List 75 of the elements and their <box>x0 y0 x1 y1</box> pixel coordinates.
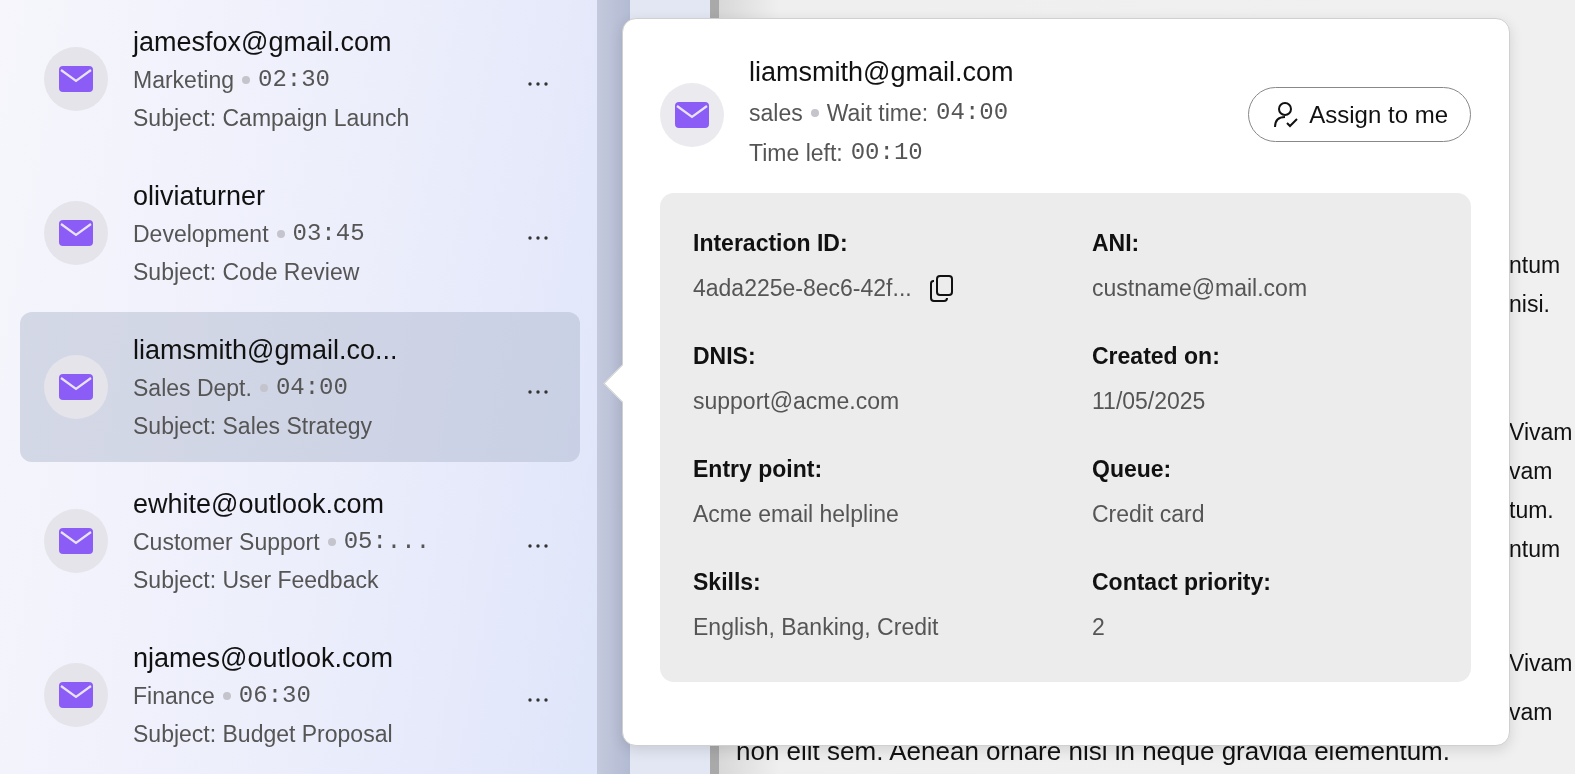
document-text: nisi. <box>1509 290 1550 319</box>
envelope-icon <box>59 528 93 554</box>
conversation-item[interactable]: njames@outlook.com Finance 06:30 Subject: Budget Proposal <box>20 620 580 770</box>
separator-dot <box>810 109 819 117</box>
more-icon <box>528 81 548 86</box>
wait-time: 04:00 <box>275 373 348 403</box>
time-left: 00:10 <box>850 138 923 168</box>
separator-dot <box>222 692 231 700</box>
envelope-icon <box>59 66 93 92</box>
queue-name: sales <box>749 99 803 128</box>
department-label: Development <box>133 220 269 249</box>
conversation-item[interactable]: ewhite@outlook.com Customer Support 05:... Subject: User Feedback <box>20 466 580 616</box>
field-label: Queue: <box>1092 455 1173 484</box>
field-label: Entry point: <box>693 455 824 484</box>
conversation-item[interactable]: jamesfox@gmail.com Marketing 02:30 Subject: Campaign Launch <box>20 4 580 154</box>
field-label: Created on: <box>1092 342 1221 371</box>
department-label: Finance <box>133 682 215 711</box>
wait-time: 06:30 <box>238 681 311 711</box>
more-icon <box>528 543 548 548</box>
document-text: Vivam <box>1509 649 1573 678</box>
more-icon <box>528 235 548 240</box>
time-left-label: Time left: <box>749 139 843 168</box>
field-label: Contact priority: <box>1092 568 1272 597</box>
conversation-item[interactable]: oliviaturner Development 03:45 Subject: Code Review <box>20 158 580 308</box>
subject-text: Subject: Campaign Launch <box>133 104 411 133</box>
document-text: Vivam <box>1509 418 1573 447</box>
department-label: Sales Dept. <box>133 374 252 403</box>
wait-time-label: Wait time: <box>826 99 929 128</box>
wait-time: 03:45 <box>292 219 365 249</box>
separator-dot <box>276 230 285 238</box>
assign-to-me-button[interactable]: Assign to me <box>1248 87 1471 142</box>
field-value: support@acme.com <box>693 387 900 416</box>
subject-text: Subject: Sales Strategy <box>133 412 374 441</box>
more-icon <box>528 389 548 394</box>
person-icon <box>1273 100 1300 129</box>
field-value: custname@mail.com <box>1092 274 1308 303</box>
wait-time: 05:... <box>343 527 431 557</box>
contact-email: liamsmith@gmail.com <box>749 56 1015 89</box>
separator-dot <box>327 538 336 546</box>
copy-icon[interactable] <box>929 274 954 302</box>
document-text: vam <box>1509 698 1553 727</box>
more-icon <box>528 697 548 702</box>
field-label: Skills: <box>693 568 762 597</box>
field-value: 4ada225e-8ec6-42f... <box>693 274 912 303</box>
contact-name: jamesfox@gmail.com <box>133 26 393 59</box>
field-label: ANI: <box>1092 229 1141 258</box>
field-value: 11/05/2025 <box>1092 387 1206 416</box>
field-value: Credit card <box>1092 500 1205 529</box>
contact-name: liamsmith@gmail.co... <box>133 334 399 367</box>
separator-dot <box>242 76 250 84</box>
envelope-icon <box>59 682 93 708</box>
document-text: ntum <box>1509 251 1561 280</box>
field-label: DNIS: <box>693 342 757 371</box>
document-text: tum. <box>1509 496 1554 525</box>
subject-text: Subject: Budget Proposal <box>133 720 394 749</box>
envelope-icon <box>59 220 93 246</box>
separator-dot <box>259 384 268 392</box>
document-text: ntum <box>1509 535 1561 564</box>
subject-text: Subject: Code Review <box>133 258 361 287</box>
department-label: Marketing <box>133 66 234 95</box>
wait-time: 04:00 <box>936 98 1009 128</box>
envelope-icon <box>59 374 93 400</box>
subject-text: Subject: User Feedback <box>133 566 380 595</box>
field-value: 2 <box>1092 613 1105 642</box>
field-value: English, Banking, Credit <box>693 613 939 642</box>
contact-name: ewhite@outlook.com <box>133 488 386 521</box>
conversation-item[interactable]: liamsmith@gmail.co... Sales Dept. 04:00 Subject: Sales Strategy <box>20 312 580 462</box>
contact-name: njames@outlook.com <box>133 642 395 675</box>
document-text: vam <box>1509 457 1553 486</box>
field-label: Interaction ID: <box>693 229 849 258</box>
envelope-icon <box>675 102 709 128</box>
contact-name: oliviaturner <box>133 180 267 213</box>
field-value: Acme email helpline <box>693 500 899 529</box>
wait-time: 02:30 <box>258 65 330 95</box>
department-label: Customer Support <box>133 528 320 557</box>
